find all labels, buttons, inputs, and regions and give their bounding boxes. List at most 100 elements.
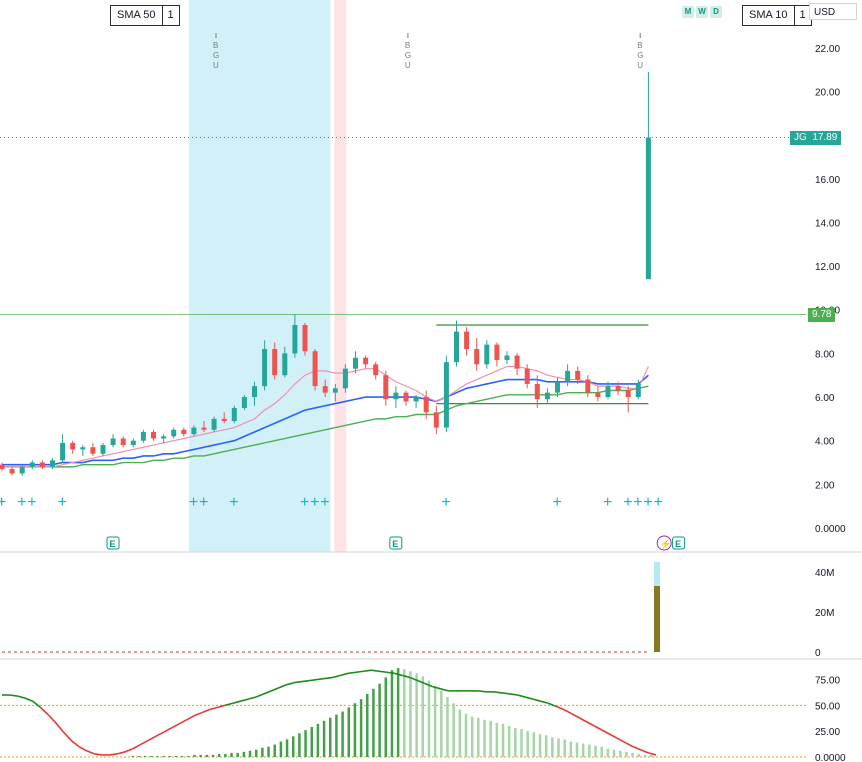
candle [383, 375, 389, 400]
plus-marker: + [27, 494, 36, 511]
candle [171, 429, 177, 437]
rsi-histogram-bar [631, 752, 634, 757]
rsi-histogram-bar [403, 669, 406, 757]
sma50-legend[interactable]: SMA 50 1 [110, 5, 180, 26]
rsi-line-segment [332, 674, 341, 679]
candle [454, 331, 459, 363]
rsi-line-segment [232, 700, 241, 705]
rsi-histogram-bar [618, 750, 622, 757]
rsi-histogram-bar [230, 752, 233, 757]
candle [363, 357, 369, 365]
rsi-line-segment [55, 722, 65, 733]
price-axis-tick: 8.00 [815, 349, 835, 360]
level-price-tag: 9.78 [808, 307, 836, 322]
rsi-histogram-bar [464, 713, 468, 757]
rsi-histogram-bar [427, 680, 431, 757]
rsi-line-segment [47, 714, 57, 724]
candle [534, 383, 540, 400]
rsi-axis-tick: 50.00 [815, 701, 840, 712]
rsi-histogram-bar [507, 726, 511, 757]
candle [322, 386, 328, 393]
plus-marker: + [310, 494, 319, 511]
earnings-label: E [110, 539, 116, 549]
rsi-histogram-bar [606, 748, 610, 757]
rsi-histogram-bar [156, 755, 159, 757]
rsi-histogram-bar [637, 753, 640, 757]
rsi-line-segment [270, 687, 280, 692]
rsi-line-segment [301, 679, 310, 683]
candle [464, 331, 470, 350]
candle [625, 390, 631, 398]
rsi-histogram-bar [495, 722, 499, 757]
rsi-histogram-bar [575, 742, 579, 757]
candle [50, 460, 55, 467]
rsi-line-segment [547, 702, 557, 708]
rsi-histogram-bar [329, 717, 332, 757]
plus-marker: + [603, 494, 612, 511]
candle [29, 462, 35, 467]
candle [555, 381, 560, 393]
rsi-histogram-bar [261, 747, 264, 757]
chart-canvas[interactable]: 22.0020.0018.0016.0014.0012.0010.008.006… [0, 0, 862, 762]
rsi-line-segment [124, 747, 134, 753]
rsi-histogram-bar [347, 707, 351, 757]
candle [565, 370, 571, 382]
rsi-line-segment [94, 753, 103, 756]
rsi-line-segment [9, 694, 18, 697]
rsi-histogram-bar [174, 755, 178, 757]
rsi-histogram-bar [649, 754, 653, 757]
plus-marker: + [643, 494, 652, 511]
price-axis-tick: 16.00 [815, 175, 840, 186]
rsi-line-segment [532, 698, 541, 702]
candle [100, 445, 106, 454]
sma50-value: 1 [161, 6, 179, 25]
candle [615, 386, 621, 391]
bgu-letter: G [637, 51, 643, 60]
sma10-label: SMA 10 [749, 9, 788, 21]
rsi-histogram-bar [588, 744, 591, 757]
rsi-line-segment [440, 688, 449, 692]
rsi-line-segment [348, 671, 357, 675]
rsi-histogram-bar [224, 753, 227, 757]
candle [39, 462, 45, 467]
rsi-histogram-bar [538, 734, 542, 757]
price-axis-tick: 22.00 [815, 44, 840, 55]
rsi-line-segment [394, 672, 403, 677]
rsi-histogram-bar [384, 677, 388, 757]
price-axis-tick: 4.00 [815, 437, 835, 448]
rsi-histogram-bar [236, 752, 239, 757]
candle [353, 357, 358, 369]
rsi-histogram-bar [199, 754, 202, 757]
price-axis-tick: 2.00 [815, 480, 835, 491]
rsi-line-segment [278, 683, 287, 689]
rsi-histogram-bar [316, 723, 320, 757]
rsi-line-segment [217, 704, 226, 709]
rsi-line-segment [502, 692, 510, 695]
currency-selector[interactable]: USD [809, 3, 857, 20]
rsi-histogram-bar [483, 719, 486, 757]
timeframe-m[interactable]: M [682, 6, 694, 18]
sma10-legend[interactable]: SMA 10 1 [742, 5, 812, 26]
rsi-histogram-bar [489, 720, 492, 757]
rsi-line-segment [86, 750, 95, 755]
rsi-line-segment [594, 725, 603, 731]
rsi-line-segment [155, 731, 164, 738]
rsi-histogram-bar [242, 751, 246, 757]
rsi-histogram-bar [279, 741, 283, 757]
plus-marker: + [654, 494, 663, 511]
rsi-histogram-bar [193, 754, 196, 757]
bgu-letter: B [213, 41, 218, 50]
rsi-line-segment [325, 676, 333, 680]
rsi-line-segment [509, 693, 518, 696]
timeframe-w[interactable]: W [696, 6, 708, 18]
rsi-histogram-bar [421, 676, 425, 757]
rsi-histogram-bar [359, 699, 363, 757]
candle [70, 442, 76, 450]
rsi-line-segment [132, 743, 141, 750]
plus-marker: + [300, 494, 309, 511]
candle [221, 418, 227, 422]
rsi-line-segment [632, 745, 641, 751]
rsi-line-segment [240, 698, 249, 702]
rsi-axis-tick: 0.0000 [815, 753, 846, 762]
timeframe-d[interactable]: D [710, 6, 722, 18]
